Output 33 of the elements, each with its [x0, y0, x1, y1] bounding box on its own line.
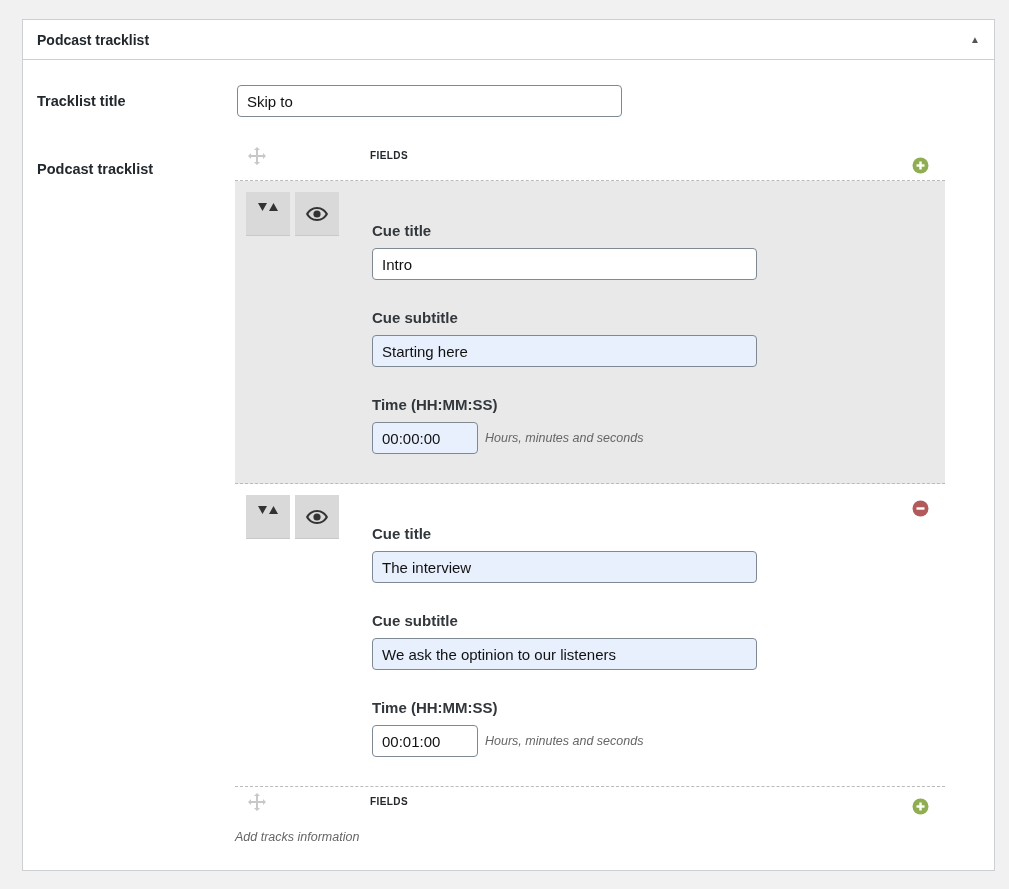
field-label: Cue subtitle — [372, 309, 458, 326]
input-field[interactable]: We ask the optinion to our listeners — [372, 638, 757, 670]
add-icon[interactable] — [912, 157, 929, 174]
input-field[interactable]: Skip to — [237, 85, 622, 117]
input-field[interactable]: The interview — [372, 551, 757, 583]
input-field[interactable]: 00:00:00 — [372, 422, 478, 454]
field-label: Time (HH:MM:SS) — [372, 396, 498, 413]
field-label: Cue subtitle — [372, 612, 458, 629]
eye-icon — [306, 509, 328, 524]
input-field[interactable]: Starting here — [372, 335, 757, 367]
eye-icon — [306, 206, 328, 221]
field-label: Cue title — [372, 222, 432, 239]
field-hint: Hours, minutes and seconds — [485, 431, 644, 445]
remove-icon[interactable] — [912, 500, 929, 517]
collapse-toggle[interactable]: ▲ — [970, 34, 980, 45]
sort-button[interactable] — [246, 495, 290, 539]
visibility-button[interactable] — [295, 192, 339, 236]
sort-icon — [258, 505, 278, 515]
visibility-button[interactable] — [295, 495, 339, 539]
sort-icon — [258, 202, 278, 212]
input-field[interactable]: Intro — [372, 248, 757, 280]
column-header: FIELDS — [370, 150, 408, 161]
add-icon[interactable] — [912, 798, 929, 815]
input-field[interactable]: 00:01:00 — [372, 725, 478, 757]
field-label: Podcast tracklist — [37, 160, 155, 179]
field-label: Time (HH:MM:SS) — [372, 699, 498, 716]
field-label: Tracklist title — [37, 93, 127, 109]
sort-button[interactable] — [246, 192, 290, 236]
field-hint: Hours, minutes and seconds — [485, 734, 644, 748]
description-text: Add tracks information — [235, 830, 361, 844]
field-label: Cue title — [372, 525, 432, 542]
column-header: FIELDS — [370, 796, 408, 807]
panel-title: Podcast tracklist — [37, 31, 150, 48]
